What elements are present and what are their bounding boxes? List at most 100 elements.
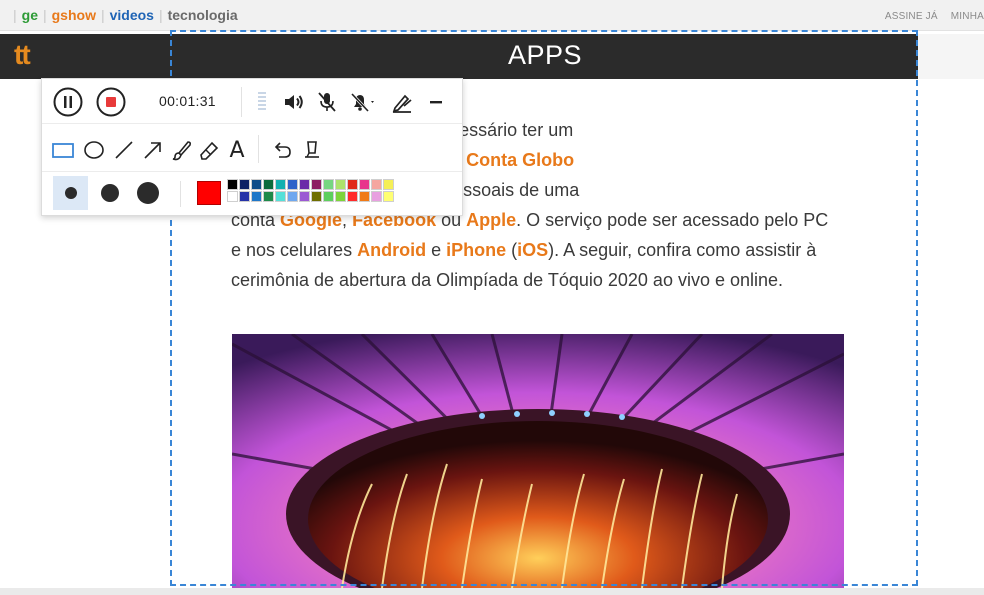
page-bottom-strip (0, 588, 984, 595)
article-link[interactable]: Conta Globo (466, 150, 574, 170)
line-tool[interactable] (112, 138, 136, 162)
color-swatch[interactable] (335, 179, 346, 190)
ellipse-tool[interactable] (82, 138, 106, 162)
account-links: ASSINE JÁ MINHA (885, 11, 984, 22)
grip-icon (258, 92, 266, 110)
nav-link-tecnologia[interactable]: tecnologia (168, 7, 238, 23)
stroke-size-small[interactable] (53, 176, 88, 210)
color-palette (227, 179, 394, 202)
medium-dot-icon (101, 184, 119, 202)
color-swatch[interactable] (371, 179, 382, 190)
color-swatch[interactable] (323, 179, 334, 190)
color-swatch[interactable] (359, 179, 370, 190)
color-swatch[interactable] (287, 179, 298, 190)
color-swatch[interactable] (311, 191, 322, 202)
clear-button[interactable] (300, 138, 324, 162)
stop-button[interactable] (96, 87, 126, 117)
minimize-icon (430, 101, 442, 104)
article-link[interactable]: Android (357, 240, 426, 260)
notifications-menu[interactable] (348, 90, 378, 114)
stop-icon (96, 87, 126, 117)
undo-icon (274, 142, 291, 158)
microphone-toggle[interactable] (315, 90, 339, 114)
eraser-icon (200, 141, 219, 160)
rectangle-tool[interactable] (51, 138, 75, 162)
article-link[interactable]: iOS (517, 240, 548, 260)
color-swatch[interactable] (371, 191, 382, 202)
article-link[interactable]: iPhone (446, 240, 506, 260)
article-photo (232, 334, 844, 588)
article-line: e nos celulares Android e iPhone (iOS). … (231, 235, 841, 265)
toolbar-divider (180, 181, 181, 207)
volume-button[interactable] (282, 90, 306, 114)
color-swatch[interactable] (359, 191, 370, 202)
text-icon: A (229, 137, 245, 163)
clear-icon (305, 141, 319, 158)
section-title: APPS (507, 40, 583, 70)
nav-link-videos[interactable]: videos (110, 7, 154, 23)
pause-button[interactable] (53, 87, 83, 117)
color-swatch[interactable] (239, 191, 250, 202)
article-text: cerimônia de abertura da Olimpíada de Tó… (231, 270, 784, 290)
article-text: e (426, 240, 447, 260)
nav-link-gshow[interactable]: gshow (52, 7, 96, 23)
site-logo[interactable]: tt (14, 39, 31, 71)
nav-separator: | (158, 7, 163, 23)
arrow-icon (144, 142, 161, 159)
color-swatch[interactable] (299, 179, 310, 190)
color-swatch[interactable] (275, 191, 286, 202)
bell-off-icon (350, 92, 374, 113)
article-text: . O serviço pode ser acessado pelo PC (516, 210, 829, 230)
drag-handle[interactable] (257, 91, 267, 113)
brush-icon (172, 141, 192, 161)
color-swatch[interactable] (275, 179, 286, 190)
nav-separator: | (42, 7, 47, 23)
large-dot-icon (137, 182, 159, 204)
eraser-tool[interactable] (197, 138, 221, 162)
color-swatch[interactable] (347, 191, 358, 202)
mic-off-icon (318, 92, 336, 112)
minimize-button[interactable] (424, 90, 448, 114)
pen-settings-button[interactable] (390, 90, 414, 114)
color-swatch[interactable] (335, 191, 346, 202)
toolbar-divider (258, 135, 259, 163)
color-swatch[interactable] (383, 179, 394, 190)
line-icon (115, 141, 133, 159)
volume-icon (285, 95, 303, 109)
color-swatch[interactable] (251, 191, 262, 202)
my-account-link[interactable]: MINHA (951, 11, 984, 22)
text-tool[interactable]: A (225, 137, 249, 163)
nav-separator: | (13, 7, 17, 23)
header-right-gutter (918, 34, 984, 79)
color-swatch[interactable] (299, 191, 310, 202)
article-link[interactable]: Apple (466, 210, 516, 230)
stroke-size-large[interactable] (131, 176, 165, 210)
small-dot-icon (64, 187, 77, 199)
article-text: ( (506, 240, 518, 260)
subscribe-link[interactable]: ASSINE JÁ (885, 11, 938, 22)
stroke-size-medium[interactable] (93, 176, 127, 210)
color-swatch[interactable] (239, 179, 250, 190)
color-swatch[interactable] (227, 191, 238, 202)
color-swatch[interactable] (383, 191, 394, 202)
undo-button[interactable] (270, 138, 294, 162)
color-swatch[interactable] (311, 179, 322, 190)
toolbar-divider (241, 87, 242, 117)
globo-top-bar: | ge | gshow | videos | tecnologia ASSIN… (0, 0, 984, 31)
color-swatch[interactable] (323, 191, 334, 202)
color-swatch[interactable] (263, 191, 274, 202)
article-line: cerimônia de abertura da Olimpíada de Tó… (231, 265, 841, 295)
stadium-fireworks-image (232, 334, 844, 588)
selected-color-swatch[interactable] (197, 181, 221, 205)
article-text: ). A seguir, confira como assistir à (548, 240, 817, 260)
color-swatch[interactable] (227, 179, 238, 190)
color-swatch[interactable] (347, 179, 358, 190)
recording-timer: 00:01:31 (159, 93, 216, 109)
nav-separator: | (100, 7, 105, 23)
color-swatch[interactable] (287, 191, 298, 202)
brush-tool[interactable] (170, 138, 194, 162)
color-swatch[interactable] (263, 179, 274, 190)
color-swatch[interactable] (251, 179, 262, 190)
arrow-tool[interactable] (141, 138, 165, 162)
nav-link-ge[interactable]: ge (22, 7, 38, 23)
